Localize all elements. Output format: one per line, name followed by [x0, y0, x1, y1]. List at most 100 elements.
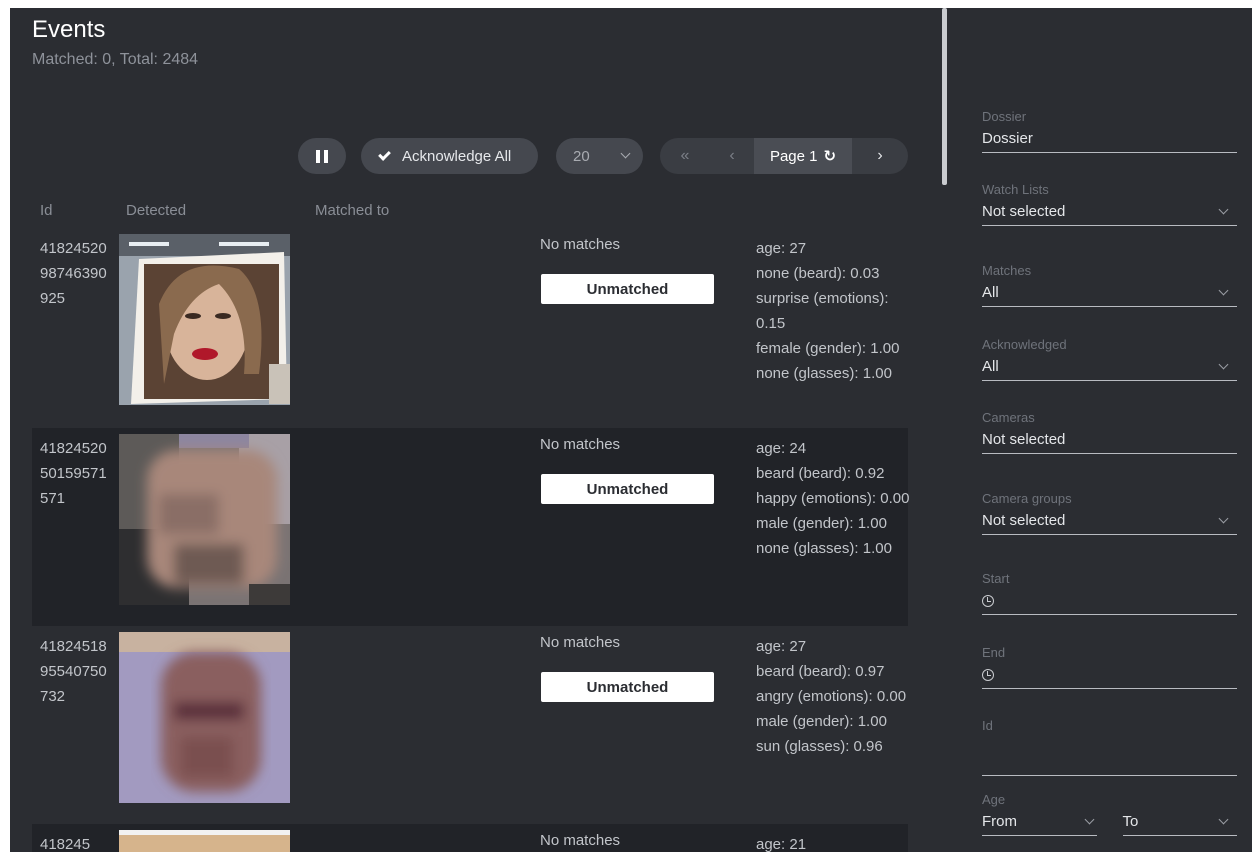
pause-button[interactable]	[298, 138, 346, 174]
attribute-beard: beard (beard): 0.97	[756, 663, 885, 680]
attribute-emotions: surprise (emotions): 0.15	[756, 290, 889, 332]
age-range: From To	[982, 810, 1237, 836]
id-text-field[interactable]	[982, 746, 1237, 763]
attribute-beard: beard (beard): 0.92	[756, 465, 885, 482]
attribute-age: age: 27	[756, 638, 807, 655]
start-label: Start	[982, 571, 1010, 586]
cameras-select[interactable]: Not selected	[982, 428, 1237, 454]
attribute-glasses: none (glasses): 1.00	[756, 540, 892, 557]
acknowledge-all-label: Acknowledge All	[402, 147, 512, 165]
matches-value: All	[982, 284, 999, 301]
matches-label: Matches	[982, 263, 1032, 278]
dossier-input[interactable]: Dossier	[982, 127, 1237, 153]
start-date-input[interactable]	[982, 589, 1237, 615]
attribute-beard: none (beard): 0.03	[756, 265, 880, 282]
acknowledged-label: Acknowledged	[982, 337, 1067, 352]
event-row[interactable]: 4182452098746390925 No matches Unmatched…	[32, 228, 908, 426]
event-id: 4182451895540750732	[40, 638, 107, 705]
match-status-text: No matches	[540, 634, 621, 651]
page-size-select[interactable]: 20	[556, 138, 643, 174]
detected-face-thumbnail[interactable]	[119, 234, 290, 405]
cameras-label: Cameras	[982, 410, 1035, 425]
attribute-emotions: happy (emotions): 0.00	[756, 490, 910, 507]
face-attributes: age: 27 none (beard): 0.03 surprise (emo…	[756, 236, 912, 386]
watch-lists-label: Watch Lists	[982, 182, 1049, 197]
detected-face-thumbnail[interactable]	[119, 632, 290, 803]
camera-groups-select[interactable]: Not selected	[982, 509, 1237, 535]
pagination: « ‹ Page 1 ↻ ›	[660, 138, 908, 174]
filter-watch-lists: Watch Lists Not selected	[982, 182, 1237, 226]
filter-id: Id	[982, 718, 1237, 776]
id-label: Id	[982, 718, 993, 733]
age-from-select[interactable]: From	[982, 810, 1097, 836]
watch-lists-value: Not selected	[982, 203, 1066, 220]
age-label: Age	[982, 792, 1006, 807]
double-chevron-left-icon: «	[680, 147, 690, 164]
end-date-input[interactable]	[982, 663, 1237, 689]
filter-end: End	[982, 645, 1237, 689]
events-summary: Matched: 0, Total: 2484	[32, 51, 199, 68]
next-page-button[interactable]: ›	[852, 138, 908, 174]
watch-lists-select[interactable]: Not selected	[982, 200, 1237, 226]
attribute-gender: male (gender): 1.00	[756, 713, 887, 730]
age-from-value: From	[982, 813, 1017, 830]
filter-cameras: Cameras Not selected	[982, 410, 1237, 454]
matches-select[interactable]: All	[982, 281, 1237, 307]
acknowledge-all-button[interactable]: Acknowledge All	[361, 138, 538, 174]
chevron-down-icon	[620, 148, 631, 159]
attribute-gender: male (gender): 1.00	[756, 515, 887, 532]
event-id: 4182452098746390925	[40, 240, 107, 307]
clock-icon	[982, 594, 994, 607]
age-to-value: To	[1122, 813, 1139, 830]
attribute-gender: female (gender): 1.00	[756, 340, 900, 357]
unmatched-badge[interactable]: Unmatched	[541, 274, 714, 304]
check-icon	[378, 147, 391, 161]
match-status-text: No matches	[540, 436, 621, 453]
dossier-label: Dossier	[982, 109, 1027, 124]
first-page-button[interactable]: «	[660, 138, 710, 174]
dossier-value: Dossier	[982, 130, 1033, 147]
pause-icon	[316, 149, 328, 163]
attribute-glasses: none (glasses): 1.00	[756, 365, 892, 382]
current-page-button[interactable]: Page 1 ↻	[754, 138, 852, 174]
filter-start: Start	[982, 571, 1237, 615]
acknowledged-select[interactable]: All	[982, 355, 1237, 381]
camera-groups-value: Not selected	[982, 512, 1066, 529]
clock-icon	[982, 668, 994, 681]
attribute-age: age: 27	[756, 240, 807, 257]
acknowledged-value: All	[982, 358, 999, 375]
match-status-text: No matches	[540, 832, 621, 849]
id-input[interactable]	[982, 736, 1237, 776]
unmatched-badge[interactable]: Unmatched	[541, 672, 714, 702]
event-row[interactable]: 4182451895540750732 No matches Unmatched…	[32, 626, 908, 824]
match-status-text: No matches	[540, 236, 621, 253]
attribute-emotions: angry (emotions): 0.00	[756, 688, 907, 705]
filter-dossier: Dossier Dossier	[982, 109, 1237, 153]
filter-matches: Matches All	[982, 263, 1237, 307]
age-to-select[interactable]: To	[1122, 810, 1237, 836]
column-header-matched-to[interactable]: Matched to	[315, 202, 389, 219]
event-id: 4182452050159571571	[40, 440, 107, 507]
chevron-left-icon: ‹	[729, 147, 735, 164]
filter-acknowledged: Acknowledged All	[982, 337, 1237, 381]
event-row[interactable]: 418245 No matches age: 21	[32, 824, 908, 852]
chevron-down-icon	[1218, 359, 1229, 369]
detected-face-thumbnail[interactable]	[119, 434, 290, 605]
unmatched-badge[interactable]: Unmatched	[541, 474, 714, 504]
filter-age: Age From To	[982, 792, 1237, 836]
event-row[interactable]: 4182452050159571571 No matches Unmatched…	[32, 428, 909, 626]
refresh-icon: ↻	[823, 148, 837, 165]
chevron-down-icon	[1218, 204, 1229, 214]
detected-face-thumbnail[interactable]	[119, 830, 290, 852]
camera-groups-label: Camera groups	[982, 491, 1072, 506]
event-id: 418245	[40, 836, 91, 852]
column-header-detected[interactable]: Detected	[126, 202, 186, 219]
column-header-id[interactable]: Id	[40, 202, 53, 219]
chevron-right-icon: ›	[877, 147, 883, 164]
panel-divider[interactable]	[942, 8, 947, 185]
previous-page-button[interactable]: ‹	[710, 138, 754, 174]
events-page: Events Matched: 0, Total: 2484 Acknowled…	[10, 8, 1252, 852]
filter-camera-groups: Camera groups Not selected	[982, 491, 1237, 535]
end-label: End	[982, 645, 1006, 660]
face-attributes: age: 21	[756, 832, 912, 852]
